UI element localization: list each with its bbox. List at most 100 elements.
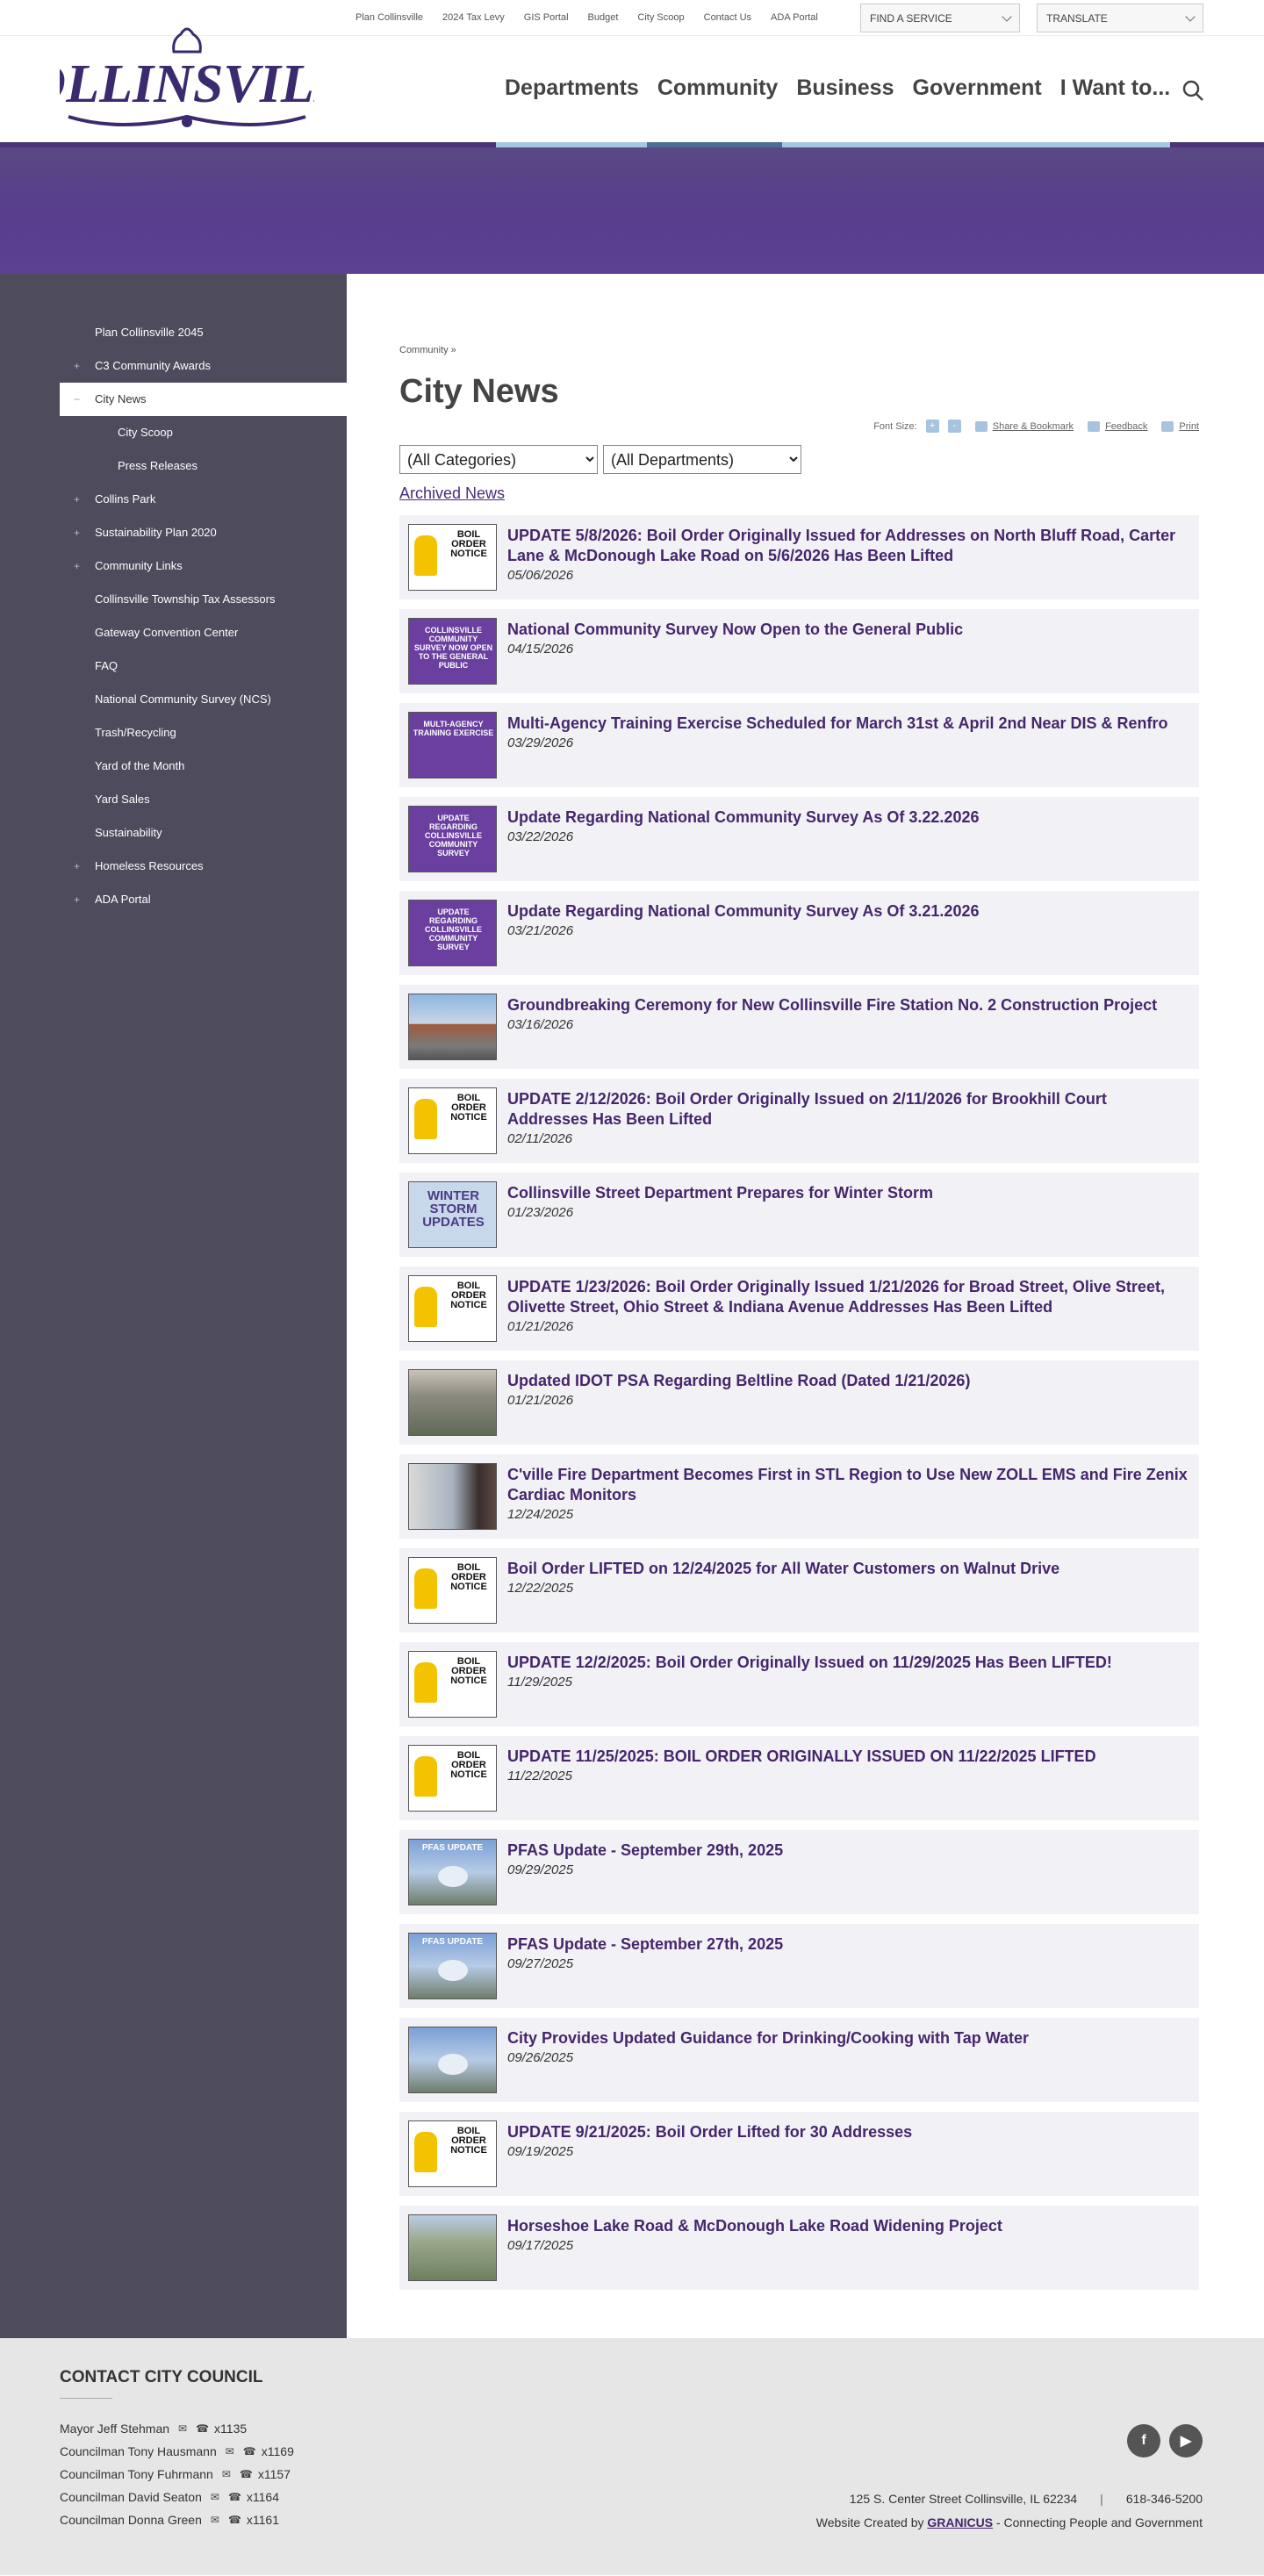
news-title[interactable]: Horseshoe Lake Road & McDonough Lake Roa… <box>507 2216 1002 2236</box>
sidebar-item-tax-assessors[interactable]: Collinsville Township Tax Assessors <box>0 583 347 616</box>
sidebar-item-ada-portal[interactable]: + ADA Portal <box>0 883 347 916</box>
news-title[interactable]: Updated IDOT PSA Regarding Beltline Road… <box>507 1371 970 1391</box>
nav-departments[interactable]: Departments <box>505 75 639 101</box>
utility-link-gis[interactable]: GIS Portal <box>524 12 569 23</box>
news-thumbnail[interactable]: PFAS UPDATE <box>408 1839 497 1905</box>
news-item[interactable]: BOIL ORDER NOTICE UPDATE 9/21/2025: Boil … <box>399 2112 1199 2196</box>
utility-link-budget[interactable]: Budget <box>588 12 619 23</box>
news-item[interactable]: PFAS UPDATE PFAS Update - September 27th,… <box>399 1924 1199 2008</box>
news-thumbnail[interactable]: PFAS UPDATE <box>408 1933 497 1999</box>
utility-link-plan[interactable]: Plan Collinsville <box>356 12 423 23</box>
category-select[interactable]: (All Categories) <box>399 445 598 474</box>
sidebar-item-gateway[interactable]: Gateway Convention Center <box>0 616 347 649</box>
news-item[interactable]: Updated IDOT PSA Regarding Beltline Road… <box>399 1360 1199 1445</box>
archived-news-link[interactable]: Archived News <box>399 484 1199 503</box>
search-icon[interactable] <box>1181 79 1204 102</box>
news-title[interactable]: PFAS Update - September 29th, 2025 <box>507 1841 783 1861</box>
news-title[interactable]: UPDATE 9/21/2025: Boil Order Lifted for … <box>507 2122 912 2142</box>
mail-icon[interactable]: ✉ <box>222 2468 231 2480</box>
sidebar-item-community-links[interactable]: + Community Links <box>0 549 347 583</box>
phone-icon[interactable]: ☎ <box>196 2422 209 2435</box>
phone-icon[interactable]: ☎ <box>228 2491 241 2503</box>
sidebar-item-sustainability[interactable]: Sustainability <box>0 816 347 850</box>
youtube-icon[interactable]: ▶ <box>1169 2424 1203 2458</box>
utility-link-ada[interactable]: ADA Portal <box>771 12 818 23</box>
news-item[interactable]: BOIL ORDER NOTICE Boil Order LIFTED on 12… <box>399 1548 1199 1632</box>
news-thumbnail[interactable]: MULTI-AGENCY TRAINING EXERCISE <box>408 712 497 779</box>
utility-link-city-scoop[interactable]: City Scoop <box>637 12 684 23</box>
sidebar-item-ncs[interactable]: National Community Survey (NCS) <box>0 683 347 716</box>
news-thumbnail[interactable]: BOIL ORDER NOTICE <box>408 1557 497 1624</box>
sidebar-item-c3-awards[interactable]: + C3 Community Awards <box>0 349 347 383</box>
sidebar-item-faq[interactable]: FAQ <box>0 649 347 683</box>
news-item[interactable]: C'ville Fire Department Becomes First in… <box>399 1454 1199 1539</box>
news-title[interactable]: Update Regarding National Community Surv… <box>507 901 979 922</box>
news-title[interactable]: City Provides Updated Guidance for Drink… <box>507 2028 1029 2049</box>
news-thumbnail[interactable]: UPDATE REGARDING COLLINSVILLE COMMUNITY … <box>408 900 497 966</box>
news-thumbnail[interactable]: UPDATE REGARDING COLLINSVILLE COMMUNITY … <box>408 806 497 872</box>
sidebar-item-collins-park[interactable]: + Collins Park <box>0 483 347 516</box>
sidebar-item-press-releases[interactable]: Press Releases <box>0 449 347 483</box>
expand-icon[interactable]: + <box>74 483 80 516</box>
font-decrease-button[interactable]: - <box>947 420 961 433</box>
news-item[interactable]: COLLINSVILLE COMMUNITY SURVEY NOW OPEN T… <box>399 609 1199 693</box>
news-item[interactable]: Horseshoe Lake Road & McDonough Lake Roa… <box>399 2206 1199 2290</box>
collinsville-logo[interactable]: COLLINSVILLE <box>60 18 314 141</box>
news-item[interactable]: WINTER STORM UPDATES Collinsville Street … <box>399 1173 1199 1257</box>
news-thumbnail[interactable]: BOIL ORDER NOTICE <box>408 524 497 591</box>
news-thumbnail[interactable] <box>408 1463 497 1530</box>
news-item[interactable]: Groundbreaking Ceremony for New Collinsv… <box>399 985 1199 1069</box>
news-thumbnail[interactable]: BOIL ORDER NOTICE <box>408 2120 497 2187</box>
news-title[interactable]: Collinsville Street Department Prepares … <box>507 1183 933 1203</box>
news-thumbnail[interactable] <box>408 994 497 1060</box>
expand-icon[interactable]: + <box>74 549 80 583</box>
news-item[interactable]: PFAS UPDATE PFAS Update - September 29th,… <box>399 1830 1199 1914</box>
mail-icon[interactable]: ✉ <box>178 2422 187 2435</box>
news-thumbnail[interactable]: BOIL ORDER NOTICE <box>408 1745 497 1812</box>
news-thumbnail[interactable] <box>408 2027 497 2093</box>
news-item[interactable]: MULTI-AGENCY TRAINING EXERCISE Multi-Agen… <box>399 703 1199 787</box>
news-item[interactable]: BOIL ORDER NOTICE UPDATE 12/2/2025: Boil … <box>399 1642 1199 1726</box>
nav-business[interactable]: Business <box>796 75 894 101</box>
news-title[interactable]: Multi-Agency Training Exercise Scheduled… <box>507 714 1168 734</box>
mail-icon[interactable]: ✉ <box>211 2491 219 2503</box>
expand-icon[interactable]: + <box>74 516 80 549</box>
phone-text[interactable]: 618-346-5200 <box>1126 2492 1203 2506</box>
news-item[interactable]: City Provides Updated Guidance for Drink… <box>399 2018 1199 2102</box>
sidebar-item-trash[interactable]: Trash/Recycling <box>0 716 347 750</box>
translate-dropdown[interactable]: TRANSLATE <box>1037 4 1203 32</box>
news-item[interactable]: BOIL ORDER NOTICE UPDATE 5/8/2026: Boil O… <box>399 515 1199 599</box>
feedback-link[interactable]: Feedback <box>1105 421 1147 432</box>
nav-community[interactable]: Community <box>657 75 779 101</box>
news-thumbnail[interactable] <box>408 1369 497 1436</box>
expand-icon[interactable]: + <box>74 349 80 383</box>
department-select[interactable]: (All Departments) <box>603 445 801 474</box>
phone-icon[interactable]: ☎ <box>240 2468 253 2480</box>
find-service-dropdown[interactable]: FIND A SERVICE <box>860 4 1020 32</box>
expand-icon[interactable]: + <box>74 850 80 883</box>
news-item[interactable]: BOIL ORDER NOTICE UPDATE 2/12/2026: Boil … <box>399 1079 1199 1163</box>
facebook-icon[interactable]: f <box>1127 2424 1160 2458</box>
news-title[interactable]: UPDATE 2/12/2026: Boil Order Originally … <box>507 1089 1190 1130</box>
news-title[interactable]: Groundbreaking Ceremony for New Collinsv… <box>507 995 1157 1015</box>
sidebar-item-city-news[interactable]: − City News <box>60 383 347 416</box>
news-item[interactable]: UPDATE REGARDING COLLINSVILLE COMMUNITY … <box>399 797 1199 881</box>
news-title[interactable]: PFAS Update - September 27th, 2025 <box>507 1934 783 1955</box>
font-increase-button[interactable]: + <box>925 420 939 433</box>
sidebar-item-plan-collinsville-2045[interactable]: Plan Collinsville 2045 <box>0 316 347 349</box>
news-title[interactable]: C'ville Fire Department Becomes First in… <box>507 1465 1190 1505</box>
nav-government[interactable]: Government <box>913 75 1042 101</box>
expand-icon[interactable]: + <box>74 883 80 916</box>
mail-icon[interactable]: ✉ <box>226 2445 234 2458</box>
news-title[interactable]: UPDATE 11/25/2025: BOIL ORDER ORIGINALLY… <box>507 1747 1096 1767</box>
news-title[interactable]: National Community Survey Now Open to th… <box>507 620 963 640</box>
news-thumbnail[interactable]: BOIL ORDER NOTICE <box>408 1087 497 1154</box>
news-thumbnail[interactable]: WINTER STORM UPDATES <box>408 1181 497 1248</box>
news-thumbnail[interactable]: BOIL ORDER NOTICE <box>408 1275 497 1342</box>
print-link[interactable]: Print <box>1179 421 1199 432</box>
phone-icon[interactable]: ☎ <box>243 2445 256 2458</box>
sidebar-item-yard-sales[interactable]: Yard Sales <box>0 783 347 816</box>
sidebar-item-homeless[interactable]: + Homeless Resources <box>0 850 347 883</box>
sidebar-item-city-scoop[interactable]: City Scoop <box>0 416 347 449</box>
sidebar-item-yard-of-month[interactable]: Yard of the Month <box>0 750 347 783</box>
